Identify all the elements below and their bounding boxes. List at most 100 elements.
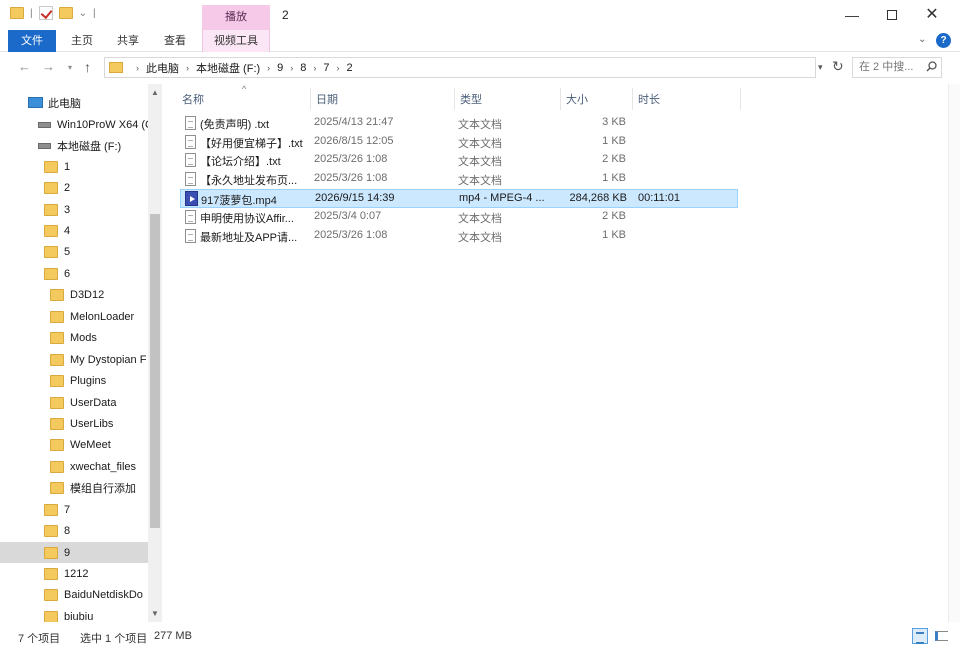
breadcrumb-9[interactable]: 9 — [277, 62, 283, 74]
breadcrumb-separator-icon[interactable]: › — [267, 63, 270, 73]
minimize-button[interactable]: — — [832, 4, 872, 26]
text-file-icon — [185, 153, 196, 167]
column-divider[interactable] — [560, 88, 561, 110]
file-type: 文本文档 — [458, 156, 502, 168]
sidebar-item-folder-4[interactable]: 4 — [0, 220, 148, 241]
sidebar-item-folder-9[interactable]: 9 — [0, 542, 148, 563]
folder-icon — [44, 224, 58, 237]
sidebar-item-melonloader[interactable]: MelonLoader — [0, 306, 148, 327]
sidebar-item-drive-f[interactable]: 本地磁盘 (F:) — [0, 135, 148, 156]
navigation-pane: 此电脑 Win10ProW X64 (C 本地磁盘 (F:) 1 2 3 4 5… — [0, 84, 148, 622]
sidebar-item-d3d12[interactable]: D3D12 — [0, 284, 148, 305]
file-row[interactable]: 【永久地址发布页... 2025/3/26 1:08 文本文档 1 KB — [180, 170, 738, 189]
breadcrumb-separator-icon[interactable]: › — [313, 63, 316, 73]
search-icon[interactable] — [926, 61, 937, 72]
tab-view[interactable]: 查看 — [155, 30, 195, 52]
navigation-pane-scrollbar[interactable]: ▲ ▼ — [148, 84, 162, 622]
folder-icon — [50, 417, 64, 430]
folder-icon — [44, 160, 58, 173]
sidebar-item-userdata[interactable]: UserData — [0, 392, 148, 413]
sidebar-item-label: BaiduNetdiskDo — [64, 588, 143, 601]
search-input[interactable]: 在 2 中搜... — [852, 57, 942, 78]
file-row[interactable]: (免责声明) .txt 2025/4/13 21:47 文本文档 3 KB — [180, 114, 738, 133]
breadcrumb-separator-icon[interactable]: › — [290, 63, 293, 73]
sidebar-item-this-pc[interactable]: 此电脑 — [0, 92, 148, 113]
column-divider[interactable] — [632, 88, 633, 110]
ribbon-expand-chevron-icon[interactable]: ⌄ — [918, 34, 926, 45]
sidebar-item-my-dystopian[interactable]: My Dystopian F — [0, 349, 148, 370]
file-date: 2025/3/26 1:08 — [314, 229, 388, 241]
column-header-size[interactable]: 大小 — [566, 91, 588, 111]
column-header-name[interactable]: 名称 — [182, 91, 204, 111]
file-row[interactable]: 最新地址及APP请... 2025/3/26 1:08 文本文档 1 KB — [180, 227, 738, 246]
file-row[interactable]: 申明使用协议Affir... 2025/3/4 0:07 文本文档 2 KB — [180, 208, 738, 227]
scrollbar-thumb[interactable] — [150, 214, 160, 528]
sidebar-item-mods[interactable]: Mods — [0, 327, 148, 348]
close-button[interactable]: ✕ — [912, 4, 952, 26]
column-divider[interactable] — [310, 88, 311, 110]
scroll-up-icon[interactable]: ▲ — [151, 88, 159, 97]
sidebar-item-folder-6[interactable]: 6 — [0, 263, 148, 284]
breadcrumb-8[interactable]: 8 — [300, 62, 306, 74]
sidebar-item-biubiu[interactable]: biubiu — [0, 606, 148, 622]
sidebar-item-folder-8[interactable]: 8 — [0, 520, 148, 541]
address-bar[interactable]: › 此电脑 › 本地磁盘 (F:) › 9 › 8 › 7 › 2 — [104, 57, 816, 78]
breadcrumb-this-pc[interactable]: 此电脑 — [146, 60, 179, 76]
breadcrumb-7[interactable]: 7 — [323, 62, 329, 74]
file-row-selected[interactable]: 917菠萝包.mp4 2026/9/15 14:39 mp4 - MPEG-4 … — [180, 189, 738, 208]
sidebar-item-folder-1212[interactable]: 1212 — [0, 563, 148, 584]
sidebar-item-mod-folder[interactable]: 模组自行添加 — [0, 477, 148, 498]
qat-customize-chevron-icon[interactable]: ⌄ — [79, 8, 87, 19]
sidebar-item-xwechat-files[interactable]: xwechat_files — [0, 456, 148, 477]
sidebar-item-userlibs[interactable]: UserLibs — [0, 413, 148, 434]
tab-home[interactable]: 主页 — [62, 30, 102, 52]
forward-arrow-icon[interactable]: → — [42, 59, 55, 74]
tab-video-tools[interactable]: 视频工具 — [202, 30, 270, 52]
file-row[interactable]: 【论坛介绍】.txt 2025/3/26 1:08 文本文档 2 KB — [180, 151, 738, 170]
sidebar-item-drive-c[interactable]: Win10ProW X64 (C — [0, 114, 148, 135]
column-header-duration[interactable]: 时长 — [638, 91, 660, 111]
back-arrow-icon[interactable]: ← — [18, 59, 31, 74]
maximize-button[interactable] — [872, 4, 912, 26]
address-history-chevron-icon[interactable]: ▾ — [818, 62, 823, 73]
sidebar-item-plugins[interactable]: Plugins — [0, 370, 148, 391]
sidebar-item-label: 7 — [64, 503, 71, 516]
properties-check-icon[interactable] — [38, 6, 53, 20]
contextual-tab-group-play[interactable]: 播放 — [202, 5, 270, 30]
tab-file[interactable]: 文件 — [8, 30, 56, 52]
breadcrumb-separator-icon[interactable]: › — [136, 63, 139, 73]
breadcrumb-separator-icon[interactable]: › — [337, 63, 340, 73]
column-header-type[interactable]: 类型 — [460, 91, 482, 111]
breadcrumb-drive-f[interactable]: 本地磁盘 (F:) — [196, 60, 260, 76]
sidebar-item-baidunetdisk[interactable]: BaiduNetdiskDo — [0, 584, 148, 605]
column-divider[interactable] — [740, 88, 741, 110]
new-folder-icon[interactable] — [58, 7, 73, 19]
sidebar-item-folder-1[interactable]: 1 — [0, 156, 148, 177]
maximize-icon — [887, 10, 897, 20]
text-file-icon — [185, 210, 196, 224]
breadcrumb-2[interactable]: 2 — [347, 62, 353, 74]
breadcrumb-separator-icon[interactable]: › — [186, 63, 189, 73]
file-name: 【永久地址发布页... — [200, 175, 298, 187]
large-icons-view-icon[interactable] — [933, 628, 949, 644]
help-icon[interactable]: ? — [936, 33, 951, 48]
file-size: 284,268 KB — [569, 192, 628, 204]
folder-icon[interactable] — [10, 7, 24, 19]
folder-icon — [50, 353, 64, 366]
sidebar-item-folder-2[interactable]: 2 — [0, 177, 148, 198]
sidebar-item-folder-7[interactable]: 7 — [0, 499, 148, 520]
refresh-icon[interactable]: ↻ — [832, 58, 844, 75]
tab-share[interactable]: 共享 — [108, 30, 148, 52]
sidebar-item-wemeet[interactable]: WeMeet — [0, 434, 148, 455]
column-divider[interactable] — [454, 88, 455, 110]
column-header-date[interactable]: 日期 — [316, 91, 338, 111]
file-row[interactable]: 【好用便宜梯子】.txt 2026/8/15 12:05 文本文档 1 KB — [180, 133, 738, 152]
up-arrow-icon[interactable]: ↑ — [84, 59, 91, 75]
sidebar-item-label: 5 — [64, 245, 71, 258]
recent-locations-chevron-icon[interactable]: ▾ — [68, 63, 72, 72]
scroll-down-icon[interactable]: ▼ — [151, 609, 159, 618]
sidebar-item-folder-3[interactable]: 3 — [0, 199, 148, 220]
details-view-icon[interactable] — [912, 628, 928, 644]
folder-icon — [50, 288, 64, 301]
sidebar-item-folder-5[interactable]: 5 — [0, 241, 148, 262]
